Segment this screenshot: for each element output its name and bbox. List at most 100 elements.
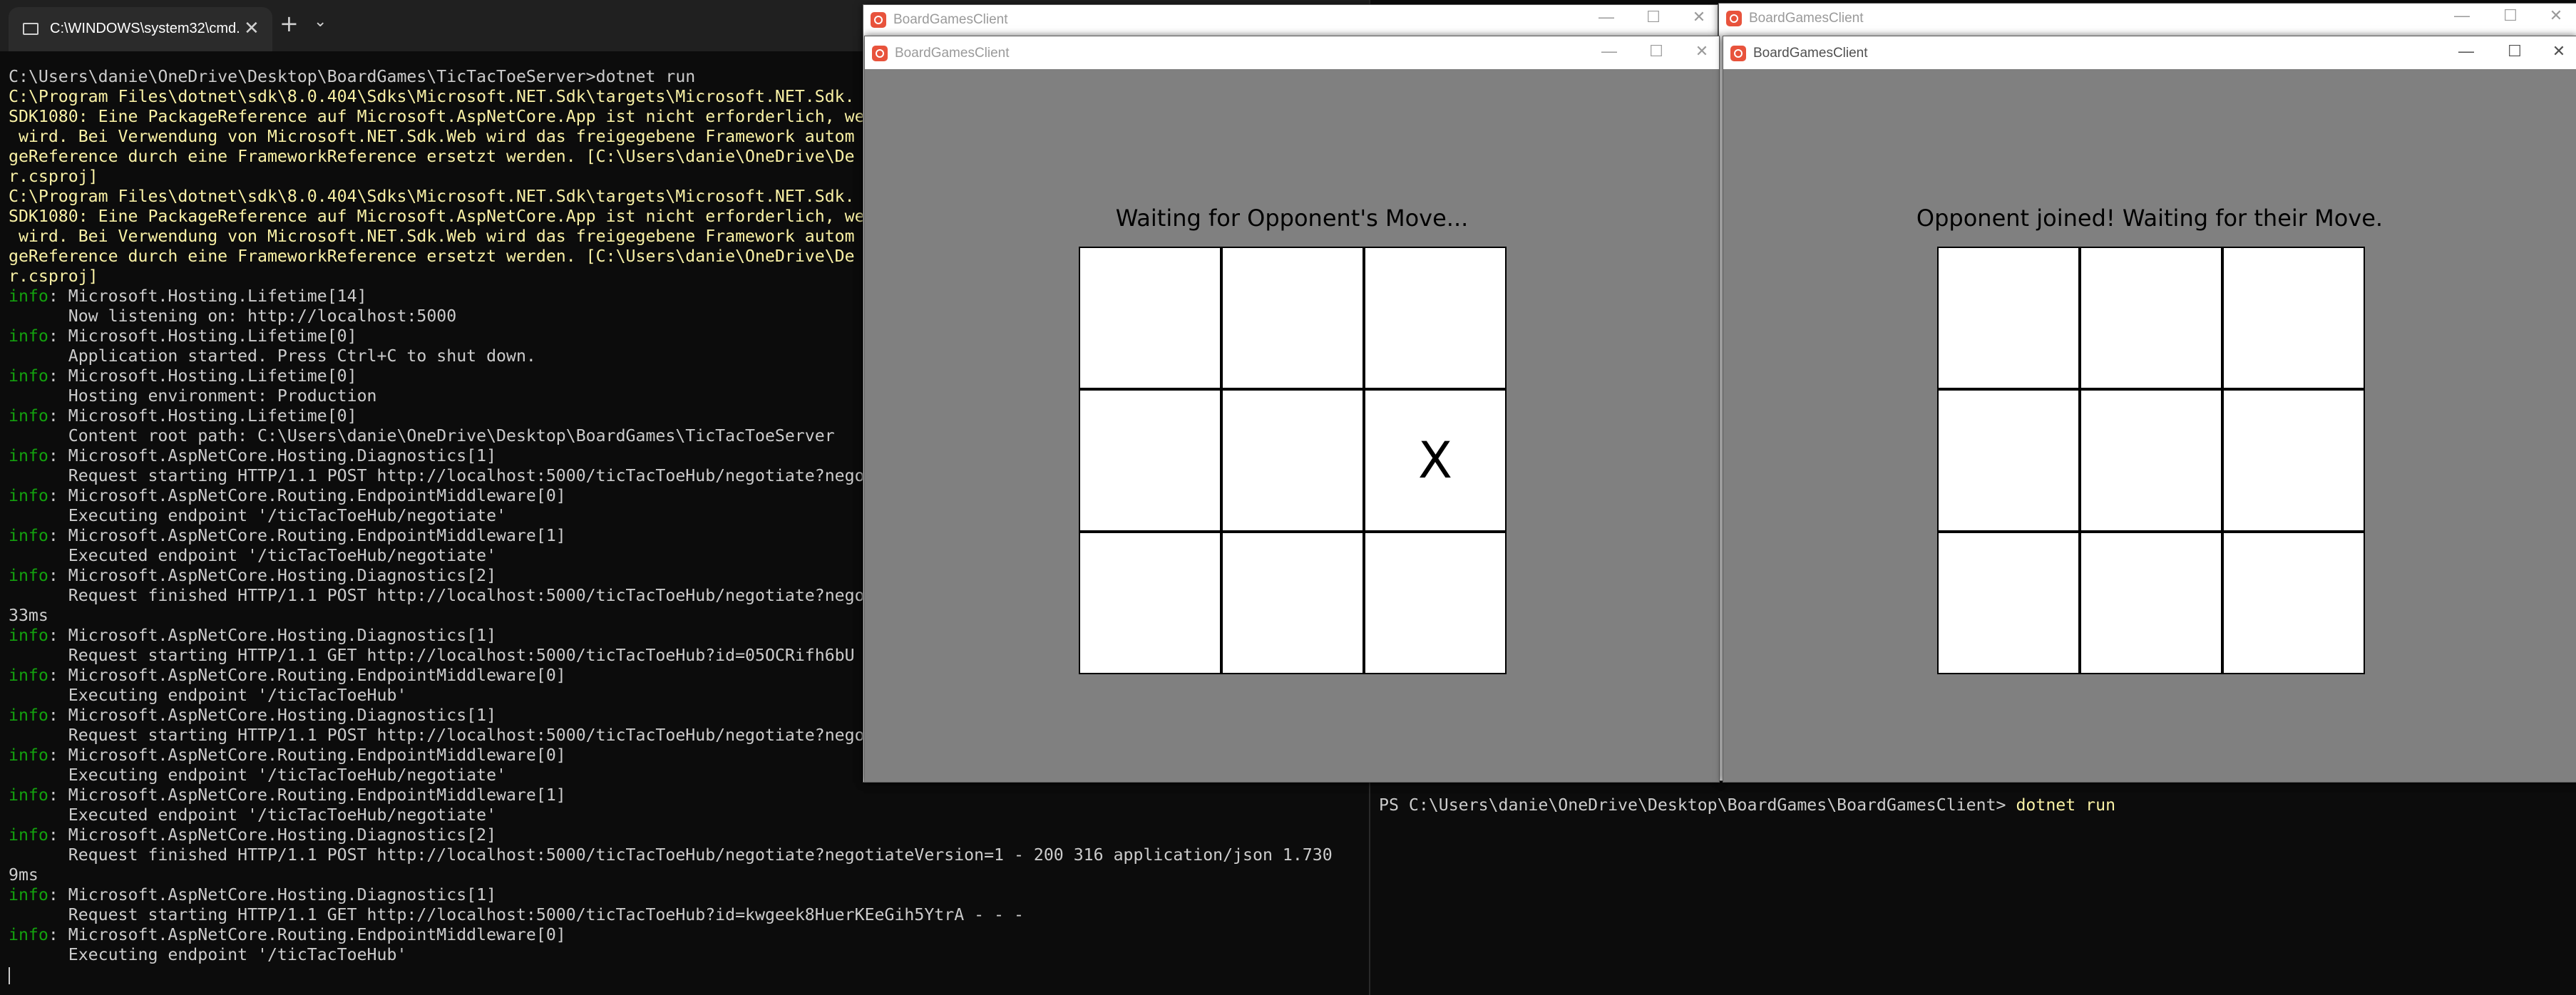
app-icon — [1726, 11, 1742, 26]
console-text: C:\Program Files\dotnet\sdk\8.0.404\Sdks… — [9, 87, 855, 106]
log-level-label: info — [9, 746, 48, 765]
console-text: 9ms — [9, 865, 39, 885]
board-cell-1-1[interactable] — [2081, 391, 2221, 530]
log-level-label: info — [9, 526, 48, 545]
maximize-button[interactable]: ☐ — [2496, 6, 2525, 25]
console-text: Content root path: C:\Users\danie\OneDri… — [9, 426, 835, 445]
maximize-button[interactable]: ☐ — [1639, 8, 1668, 26]
log-level-label: info — [9, 366, 48, 386]
close-button[interactable]: ✕ — [2542, 6, 2570, 25]
window-titlebar[interactable]: BoardGamesClient — ☐ ✕ — [865, 36, 1719, 69]
tab-dropdown-icon[interactable]: ⌄ — [314, 13, 327, 31]
console-text: geReference durch eine FrameworkReferenc… — [9, 247, 855, 266]
console-text: wird. Bei Verwendung von Microsoft.NET.S… — [9, 227, 855, 246]
board-cell-2-2[interactable] — [2224, 533, 2364, 673]
console-line: info: Microsoft.AspNetCore.Routing.Endpo… — [9, 785, 1363, 805]
console-text: : Microsoft.AspNetCore.Routing.EndpointM… — [48, 526, 566, 545]
console-text: : Microsoft.AspNetCore.Hosting.Diagnosti… — [48, 626, 497, 645]
console-line — [9, 965, 1363, 985]
board-cell-1-1[interactable] — [1223, 391, 1363, 530]
console-line: info: Microsoft.AspNetCore.Routing.Endpo… — [9, 925, 1363, 945]
console-text: : Microsoft.AspNetCore.Hosting.Diagnosti… — [48, 885, 497, 904]
maximize-button[interactable]: ☐ — [1642, 42, 1671, 61]
maximize-button[interactable]: ☐ — [2500, 42, 2529, 61]
console-text: Request starting HTTP/1.1 POST http://lo… — [9, 726, 865, 745]
tab-title: C:\WINDOWS\system32\cmd. — [50, 21, 240, 36]
console-text: wird. Bei Verwendung von Microsoft.NET.S… — [9, 127, 855, 146]
log-level-label: info — [9, 326, 48, 346]
console-text: Executing endpoint '/ticTacToeHub' — [9, 945, 407, 964]
log-level-label: info — [9, 626, 48, 645]
tic-tac-toe-board[interactable] — [1937, 247, 2365, 674]
close-button[interactable]: ✕ — [2545, 42, 2573, 61]
window-title: BoardGamesClient — [893, 12, 1008, 27]
game-canvas[interactable]: Opponent joined! Waiting for their Move. — [1723, 69, 2576, 782]
close-button[interactable]: ✕ — [1685, 8, 1713, 26]
console-text: 33ms — [9, 606, 48, 625]
board-cell-2-0[interactable] — [1939, 533, 2078, 673]
log-level-label: info — [9, 486, 48, 505]
app-icon — [872, 46, 888, 61]
board-cell-0-0[interactable] — [1080, 248, 1220, 388]
powershell-command: dotnet run — [2016, 795, 2116, 815]
log-level-label: info — [9, 825, 48, 845]
close-button[interactable]: ✕ — [1688, 42, 1716, 61]
game-window-left[interactable]: BoardGamesClient — ☐ ✕ Waiting for Oppon… — [864, 36, 1720, 783]
log-level-label: info — [9, 446, 48, 465]
console-text: Hosting environment: Production — [9, 386, 377, 406]
board-cell-2-1[interactable] — [2081, 533, 2221, 673]
console-text: Executed endpoint '/ticTacToeHub/negotia… — [9, 546, 497, 565]
console-text: : Microsoft.AspNetCore.Routing.EndpointM… — [48, 746, 566, 765]
board-cell-2-2[interactable] — [1365, 533, 1505, 673]
window-titlebar[interactable]: BoardGamesClient — ☐ ✕ — [1719, 4, 2576, 36]
minimize-button[interactable]: — — [1592, 8, 1621, 26]
app-icon — [1730, 46, 1746, 61]
window-title: BoardGamesClient — [1749, 11, 1864, 26]
console-text: C:\Users\danie\OneDrive\Desktop\BoardGam… — [9, 67, 696, 86]
board-cell-0-1[interactable] — [2081, 248, 2221, 388]
new-tab-button[interactable]: + — [279, 10, 299, 37]
console-text: : Microsoft.AspNetCore.Hosting.Diagnosti… — [48, 566, 497, 585]
minimize-button[interactable]: — — [2452, 42, 2480, 61]
console-text: : Microsoft.AspNetCore.Routing.EndpointM… — [48, 925, 566, 944]
window-titlebar[interactable]: BoardGamesClient — ☐ ✕ — [863, 5, 1718, 38]
console-text: Executed endpoint '/ticTacToeHub/negotia… — [9, 805, 497, 825]
log-level-label: info — [9, 785, 48, 805]
powershell-prompt-line[interactable]: PS C:\Users\danie\OneDrive\Desktop\Board… — [1379, 795, 2115, 815]
game-window-right[interactable]: BoardGamesClient — ☐ ✕ Opponent joined! … — [1723, 36, 2576, 783]
minimize-button[interactable]: — — [2448, 6, 2476, 25]
board-cell-1-0[interactable] — [1080, 391, 1220, 530]
log-level-label: info — [9, 706, 48, 725]
board-cell-2-0[interactable] — [1080, 533, 1220, 673]
close-tab-icon[interactable]: ✕ — [244, 17, 260, 39]
console-line: Request finished HTTP/1.1 POST http://lo… — [9, 845, 1363, 865]
console-text: Executing endpoint '/ticTacToeHub/negoti… — [9, 765, 507, 785]
console-text: : Microsoft.AspNetCore.Routing.EndpointM… — [48, 666, 566, 685]
board-cell-1-2[interactable] — [2224, 391, 2364, 530]
console-text: SDK1080: Eine PackageReference auf Micro… — [9, 107, 865, 126]
tic-tac-toe-board[interactable]: X — [1079, 247, 1507, 674]
console-text: Request starting HTTP/1.1 GET http://loc… — [9, 646, 855, 665]
console-text: geReference durch eine FrameworkReferenc… — [9, 147, 855, 166]
log-level-label: info — [9, 925, 48, 944]
console-line: Executed endpoint '/ticTacToeHub/negotia… — [9, 805, 1363, 825]
board-cell-0-0[interactable] — [1939, 248, 2078, 388]
console-text: : Microsoft.Hosting.Lifetime[0] — [48, 406, 357, 426]
text-cursor — [9, 966, 10, 984]
window-titlebar[interactable]: BoardGamesClient — ☐ ✕ — [1723, 36, 2576, 69]
board-cell-2-1[interactable] — [1223, 533, 1363, 673]
console-text: Executing endpoint '/ticTacToeHub' — [9, 686, 407, 705]
minimize-button[interactable]: — — [1595, 42, 1623, 61]
console-text: Application started. Press Ctrl+C to shu… — [9, 346, 536, 366]
board-cell-0-1[interactable] — [1223, 248, 1363, 388]
board-cell-1-2[interactable]: X — [1365, 391, 1505, 530]
board-cell-0-2[interactable] — [2224, 248, 2364, 388]
board-cell-0-2[interactable] — [1365, 248, 1505, 388]
console-text: : Microsoft.AspNetCore.Routing.EndpointM… — [48, 486, 566, 505]
game-status-text: Opponent joined! Waiting for their Move. — [1916, 205, 2383, 232]
log-level-label: info — [9, 885, 48, 904]
board-cell-1-0[interactable] — [1939, 391, 2078, 530]
terminal-tab[interactable]: C:\WINDOWS\system32\cmd. ✕ — [9, 7, 272, 51]
console-text: Now listening on: http://localhost:5000 — [9, 306, 457, 326]
game-canvas[interactable]: Waiting for Opponent's Move... X — [865, 69, 1719, 782]
